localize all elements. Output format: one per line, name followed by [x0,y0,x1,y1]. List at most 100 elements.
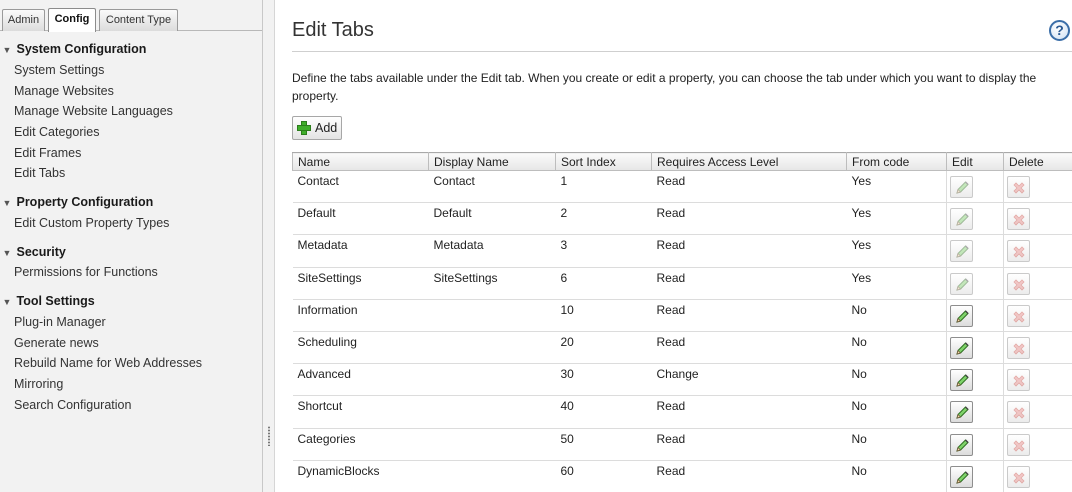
cell-sort-index: 3 [555,234,652,268]
nav-item-generate-news[interactable]: Generate news [14,334,99,352]
nav-item-manage-website-languages[interactable]: Manage Website Languages [14,102,173,120]
column-header-delete: Delete [1003,152,1072,171]
edit-button [950,272,973,295]
cell-delete [1003,267,1072,300]
group-title: Property Configuration [16,195,154,209]
delete-button [1007,304,1030,327]
panel-splitter[interactable] [262,0,275,492]
group-security[interactable]: ▼ Security [0,243,66,261]
cell-name: Scheduling [292,331,429,365]
cell-delete [1003,299,1072,332]
group-system-configuration[interactable]: ▼ System Configuration [0,40,147,58]
table-row[interactable]: Information 10 Read No [292,299,1072,332]
nav-item-manage-websites[interactable]: Manage Websites [14,82,114,100]
cell-from-code: No [846,428,947,461]
table-header-row: Name Display Name Sort Index Requires Ac… [292,152,1072,171]
group-tool-settings[interactable]: ▼ Tool Settings [0,292,95,310]
edit-button[interactable] [950,336,973,359]
nav-item-search-configuration[interactable]: Search Configuration [14,396,131,414]
delete-button [1007,401,1030,424]
cell-edit [946,202,1004,236]
cell-name: Advanced [292,363,429,397]
cell-edit [946,395,1004,429]
edit-button[interactable] [950,401,973,424]
nav-item-permissions-for-functions[interactable]: Permissions for Functions [14,263,158,281]
cell-edit [946,234,1004,268]
tab-content-type[interactable]: Content Type [99,9,178,31]
table-row[interactable]: SiteSettings SiteSettings 6 Read Yes [292,267,1072,300]
cell-name: Categories [292,428,429,461]
edit-button [950,208,973,231]
sidebar-tab-strip: Admin Config Content Type [0,0,262,32]
cell-display-name [428,395,556,429]
column-header-sort-index[interactable]: Sort Index [555,152,652,171]
cell-display-name [428,363,556,397]
cell-display-name [428,331,556,365]
edit-button[interactable] [950,433,973,456]
tab-config[interactable]: Config [48,8,96,32]
triangle-down-icon: ▼ [2,45,12,55]
cell-sort-index: 60 [555,460,652,492]
nav-item-edit-custom-property-types[interactable]: Edit Custom Property Types [14,214,169,232]
main-content: Edit Tabs ? Define the tabs available un… [276,0,1072,492]
cell-access-level: Read [651,267,847,300]
cell-name: Shortcut [292,395,429,429]
cell-name: Contact [292,170,429,204]
cell-display-name [428,299,556,332]
column-header-from-code[interactable]: From code [846,152,947,171]
nav-item-mirroring[interactable]: Mirroring [14,375,63,393]
add-tab-button[interactable]: Add [292,116,342,140]
tab-admin[interactable]: Admin [2,9,45,31]
nav-item-plug-in-manager[interactable]: Plug-in Manager [14,313,106,331]
cell-from-code: No [846,395,947,429]
cell-delete [1003,234,1072,268]
column-header-access-level[interactable]: Requires Access Level [651,152,847,171]
sidebar: Admin Config Content Type ▼ System Confi… [0,0,262,492]
nav-item-system-settings[interactable]: System Settings [14,61,104,79]
nav-item-edit-tabs[interactable]: Edit Tabs [14,164,65,182]
cell-name: SiteSettings [292,267,429,300]
delete-button [1007,176,1030,198]
cell-delete [1003,460,1072,492]
edit-button[interactable] [950,304,973,327]
cell-delete [1003,363,1072,397]
cell-access-level: Read [651,170,847,204]
splitter-grip-icon[interactable] [268,426,270,446]
delete-button [1007,369,1030,392]
nav-item-edit-categories[interactable]: Edit Categories [14,123,99,141]
cell-display-name: Default [428,202,556,236]
table-row[interactable]: Shortcut 40 Read No [292,395,1072,429]
cell-edit [946,331,1004,365]
cell-delete [1003,428,1072,461]
column-header-display-name[interactable]: Display Name [428,152,556,171]
cell-from-code: Yes [846,170,947,204]
tabs-table: Name Display Name Sort Index Requires Ac… [292,152,1072,492]
column-header-name[interactable]: Name [292,152,429,171]
nav-item-rebuild-name-for-web-addresses[interactable]: Rebuild Name for Web Addresses [14,354,202,372]
edit-button[interactable] [950,465,973,488]
page-description: Define the tabs available under the Edit… [292,71,1037,103]
cell-sort-index: 40 [555,395,652,429]
help-icon[interactable]: ? [1049,20,1070,41]
cell-edit [946,460,1004,492]
edit-button[interactable] [950,369,973,392]
add-button-label: Add [315,121,338,135]
group-property-configuration[interactable]: ▼ Property Configuration [0,193,154,211]
table-row[interactable]: Metadata Metadata 3 Read Yes [292,234,1072,268]
cell-from-code: No [846,363,947,397]
cell-from-code: No [846,460,947,492]
cell-name: Default [292,202,429,236]
triangle-down-icon: ▼ [2,198,12,208]
table-row[interactable]: Contact Contact 1 Read Yes [292,170,1072,204]
cell-edit [946,363,1004,397]
nav-item-edit-frames[interactable]: Edit Frames [14,144,81,162]
table-body: Contact Contact 1 Read Yes Default Default 2 Rea… [292,170,1072,492]
table-row[interactable]: Default Default 2 Read Yes [292,202,1072,236]
cell-edit [946,170,1004,204]
page-title: Edit Tabs [292,19,374,41]
table-row[interactable]: Advanced 30 Change No [292,363,1072,397]
group-title: System Configuration [16,42,147,56]
table-row[interactable]: DynamicBlocks 60 Read No [292,460,1072,492]
table-row[interactable]: Categories 50 Read No [292,428,1072,461]
table-row[interactable]: Scheduling 20 Read No [292,331,1072,365]
